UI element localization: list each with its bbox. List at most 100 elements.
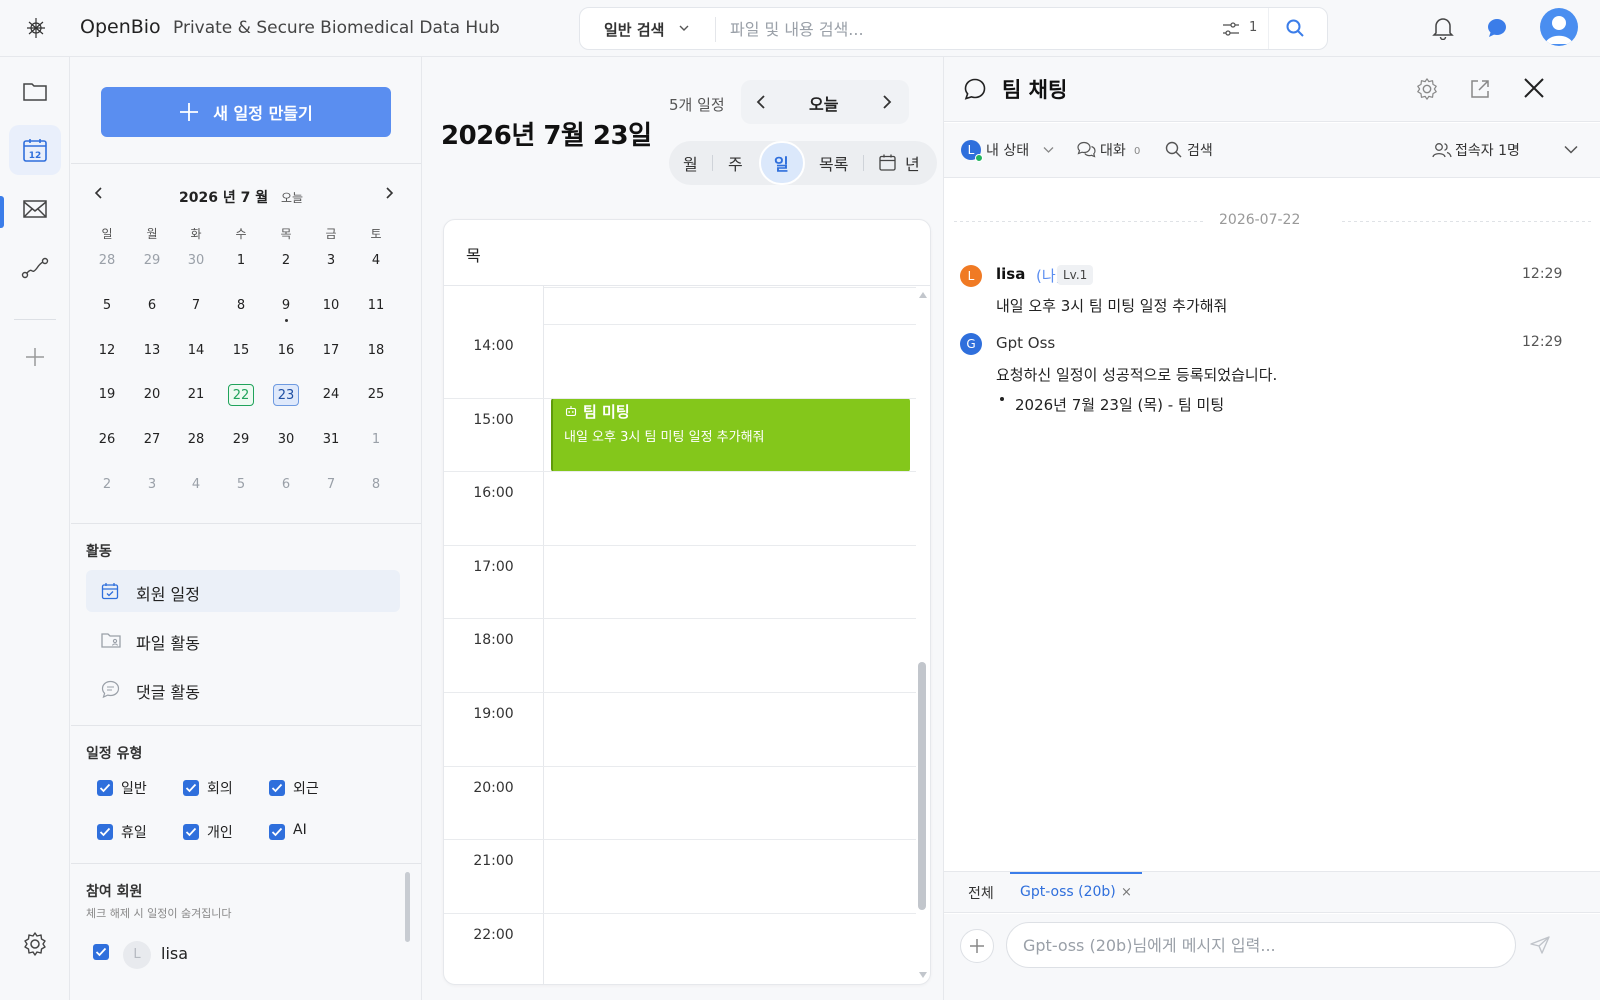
chat-search-button[interactable]: 검색 (1187, 140, 1213, 160)
event-type-checkbox[interactable] (183, 824, 199, 840)
event-type-checkbox[interactable] (269, 824, 285, 840)
mini-calendar-day[interactable]: 21 (183, 384, 209, 406)
mini-calendar-day[interactable]: 30 (273, 429, 299, 451)
mini-calendar-day[interactable]: 16 (273, 340, 299, 362)
viewers-count[interactable]: 접속자 1명 (1455, 140, 1520, 160)
mini-calendar-day[interactable]: 29 (139, 250, 165, 272)
mini-calendar-day[interactable]: 2 (273, 250, 299, 272)
mini-calendar-day[interactable]: 18 (363, 340, 389, 362)
mini-calendar-day[interactable]: 13 (139, 340, 165, 362)
mini-calendar-next-button[interactable] (383, 186, 395, 200)
mini-calendar-day[interactable]: 6 (273, 474, 299, 496)
event-type-checkbox[interactable] (183, 780, 199, 796)
chevron-down-icon[interactable] (1564, 145, 1578, 154)
member-checkbox[interactable] (93, 944, 109, 960)
mini-calendar-day[interactable]: 28 (183, 429, 209, 451)
search-icon[interactable] (1165, 141, 1182, 158)
mini-calendar-day[interactable]: 19 (94, 384, 120, 406)
mini-calendar-day[interactable]: 28 (94, 250, 120, 272)
filter-sliders-icon[interactable] (1222, 21, 1240, 37)
rail-add-button[interactable] (9, 332, 61, 382)
mini-calendar-day[interactable]: 4 (363, 250, 389, 272)
mini-calendar-day[interactable]: 31 (318, 429, 344, 451)
chevron-down-icon[interactable] (678, 22, 690, 34)
mini-calendar-day[interactable]: 23 (273, 384, 299, 407)
mini-calendar-day[interactable]: 8 (363, 474, 389, 496)
mini-calendar-day[interactable]: 12 (94, 340, 120, 362)
mini-calendar-day[interactable]: 15 (228, 340, 254, 362)
activity-member-schedule[interactable]: 회원 일정 (86, 570, 400, 612)
user-avatar[interactable] (1540, 8, 1578, 46)
mini-calendar-day[interactable]: 1 (228, 250, 254, 272)
chat-bubble-icon[interactable] (1486, 17, 1508, 39)
view-list-button[interactable]: 목록 (819, 151, 848, 175)
today-button[interactable]: 오늘 (809, 91, 838, 115)
activity-file[interactable]: 파일 활동 (86, 619, 400, 661)
view-week-button[interactable]: 주 (728, 151, 743, 175)
view-year-button[interactable]: 년 (905, 151, 920, 175)
my-status-select[interactable]: 내 상태 (986, 140, 1029, 160)
mini-calendar-day[interactable]: 8 (228, 295, 254, 317)
mini-calendar-day[interactable]: 29 (228, 429, 254, 451)
mini-calendar-prev-button[interactable] (93, 186, 105, 200)
mini-calendar-day[interactable]: 7 (183, 295, 209, 317)
mini-calendar-day[interactable]: 25 (363, 384, 389, 406)
mini-calendar-day[interactable]: 24 (318, 384, 344, 406)
mini-calendar-day[interactable]: 30 (183, 250, 209, 272)
activity-comment[interactable]: 댓글 활동 (86, 668, 400, 710)
mini-calendar-day[interactable]: 5 (94, 295, 120, 317)
day-grid-scrollbar[interactable] (918, 662, 926, 910)
tab-all[interactable]: 전체 (968, 883, 994, 903)
sidebar-scrollbar[interactable] (405, 872, 410, 942)
chevron-down-icon[interactable] (1043, 146, 1054, 154)
rail-files-button[interactable] (9, 66, 61, 116)
event-team-meeting[interactable]: 팀 미팅 내일 오후 3시 팀 미팅 일정 추가해줘 (551, 398, 910, 472)
mini-calendar-day[interactable]: 5 (228, 474, 254, 496)
mini-calendar-day[interactable]: 11 (363, 295, 389, 317)
gear-icon[interactable] (1415, 77, 1439, 101)
search-button[interactable] (1285, 18, 1305, 38)
scroll-up-arrow-icon[interactable] (919, 292, 927, 298)
mini-calendar-day[interactable]: 9 (273, 295, 299, 317)
mini-calendar-day[interactable]: 27 (139, 429, 165, 451)
mini-calendar-day[interactable]: 7 (318, 474, 344, 496)
popout-icon[interactable] (1469, 78, 1491, 100)
calendar-icon[interactable] (879, 154, 896, 171)
mini-calendar-day[interactable]: 2 (94, 474, 120, 496)
mini-calendar-day[interactable]: 4 (183, 474, 209, 496)
notification-bell-icon[interactable] (1432, 16, 1454, 40)
rail-workflow-button[interactable] (9, 243, 61, 293)
rail-mail-button[interactable] (9, 184, 61, 234)
scroll-down-arrow-icon[interactable] (919, 972, 927, 978)
mini-calendar-day[interactable]: 6 (139, 295, 165, 317)
event-type-checkbox[interactable] (269, 780, 285, 796)
mini-calendar-today-button[interactable]: 오늘 (281, 189, 303, 206)
mini-calendar-day[interactable]: 14 (183, 340, 209, 362)
mini-calendar-day[interactable]: 3 (139, 474, 165, 496)
event-type-checkbox[interactable] (97, 780, 113, 796)
conversations-icon[interactable] (1077, 141, 1096, 158)
mini-calendar-day[interactable]: 26 (94, 429, 120, 451)
message-input[interactable] (1006, 922, 1516, 968)
openbio-logo-icon[interactable] (22, 14, 50, 42)
event-type-checkbox[interactable] (97, 824, 113, 840)
new-event-button[interactable]: 새 일정 만들기 (101, 87, 391, 137)
search-input[interactable] (730, 16, 1200, 42)
tab-close-button[interactable]: × (1121, 885, 1132, 900)
close-icon[interactable] (1522, 76, 1546, 100)
view-month-button[interactable]: 월 (683, 151, 698, 175)
mini-calendar-day[interactable]: 3 (318, 250, 344, 272)
prev-day-button[interactable] (755, 94, 767, 110)
rail-calendar-button[interactable]: 12 (9, 125, 61, 175)
mini-calendar-day[interactable]: 10 (318, 295, 344, 317)
send-icon[interactable] (1529, 935, 1551, 955)
attach-button[interactable] (960, 929, 994, 963)
mini-calendar-day[interactable]: 17 (318, 340, 344, 362)
mini-calendar-day[interactable]: 20 (139, 384, 165, 406)
conversations-label[interactable]: 대화 (1100, 140, 1126, 160)
mini-calendar-day[interactable]: 1 (363, 429, 389, 451)
tab-gpt-oss[interactable]: Gpt-oss (20b) × (1010, 872, 1142, 912)
search-mode-select[interactable]: 일반 검색 (604, 19, 664, 40)
next-day-button[interactable] (881, 94, 893, 110)
rail-settings-button[interactable] (9, 919, 61, 969)
